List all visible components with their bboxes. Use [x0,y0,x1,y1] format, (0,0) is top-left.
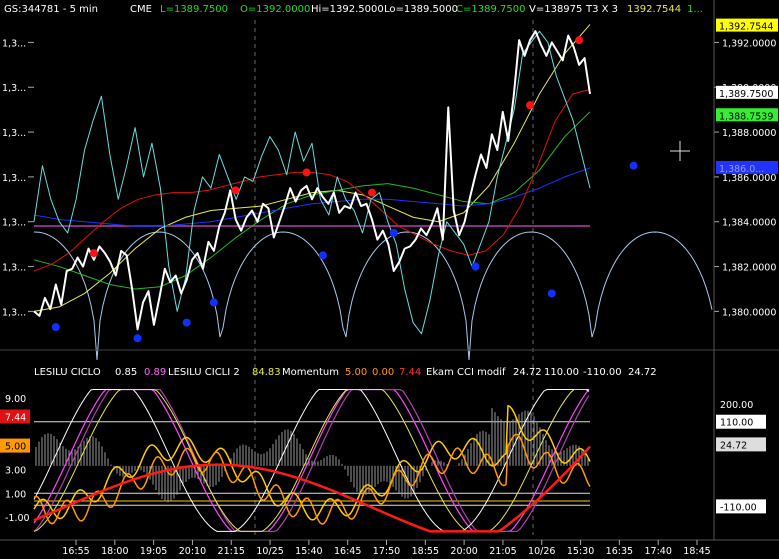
header-volume: V=138975 [529,4,582,15]
left-tick-label-3: 1,3... [2,173,26,184]
ind-right-label-1: 110.00 [720,418,753,429]
ind-right-label-3: -110.00 [720,502,757,513]
blue-dot-marker-8 [629,161,638,170]
x-tick-label-12: 10/26 [528,546,555,557]
x-tick-label-9: 18:55 [412,546,439,557]
blue-dot-marker-6 [471,262,480,271]
left-tick-label-5: 1,3... [2,263,26,274]
left-tick-label-6: 1,3... [2,307,26,318]
price-label-text-2: 1,388.7539 [719,111,773,122]
x-tick-label-0: 16:55 [62,546,89,557]
x-tick-label-8: 17:50 [373,546,400,557]
blue-dot-marker-3 [209,298,218,307]
header-symbol: GS:344781 - 5 min [4,4,98,15]
ind-cci-v2: 110.00 [544,367,579,378]
ind-cci-v1: 24.72 [513,367,542,378]
ind-right-label-0: 200.00 [720,400,753,411]
x-tick-label-11: 21:05 [489,546,516,557]
ind-momentum-v2: 0.00 [372,367,394,378]
right-tick-label-5: 1,382.0000 [722,263,776,274]
red-dot-marker-2 [302,168,311,177]
x-tick-label-5: 10/25 [256,546,283,557]
ind-momentum-name: Momentum [282,367,339,378]
header-last: L=1389.7500 [160,4,228,15]
right-tick-label-0: 1,392.0000 [722,38,776,49]
trading-chart[interactable]: 1,392.00001,390.00001,388.00001,386.0000… [0,0,779,559]
ind-left-label-0: 9.00 [5,394,26,405]
x-tick-label-3: 20:10 [179,546,206,557]
blue-dot-marker-5 [389,228,398,237]
ind-cci-v3: -110.00 [583,367,622,378]
ind-cci-v4: 24.72 [628,367,657,378]
ind-momentum-v1: 5.00 [345,367,367,378]
x-tick-label-6: 15:40 [295,546,322,557]
ind-cci-name: Ekam CCI modif [426,367,506,378]
x-tick-label-7: 16:45 [334,546,361,557]
price-label-text-3: 1,386.0... [719,164,764,175]
blue-dot-marker-1 [133,334,142,343]
red-dot-marker-0 [89,249,98,258]
x-tick-label-14: 16:35 [606,546,633,557]
x-tick-label-16: 18:45 [683,546,710,557]
ind-left-label-4: 1.00 [5,489,26,500]
right-tick-label-6: 1,380.0000 [722,307,776,318]
blue-dot-marker-4 [318,251,327,260]
header-high: Hi=1392.5000 [311,4,384,15]
x-tick-label-15: 17:40 [644,546,671,557]
left-tick-label-0: 1,3... [2,38,26,49]
header-close: C=1389.7500 [456,4,525,15]
header-extra: 1... [687,4,703,15]
red-dot-marker-4 [526,101,535,110]
ind-left-label-2: 5.00 [5,442,26,453]
blue-dot-marker-7 [547,289,556,298]
ind-left-label-3: 3.00 [5,465,26,476]
red-dot-marker-5 [575,36,584,45]
x-tick-label-10: 20:00 [450,546,477,557]
header-low: Lo=1389.5000 [384,4,458,15]
blue-dot-marker-0 [51,323,60,332]
ind-cicli2-name: LESILU CICLI 2 [168,367,240,378]
header-t3-value: 1392.7544 [627,4,681,15]
left-tick-label-4: 1,3... [2,218,26,229]
price-label-text-1: 1,389.7500 [719,89,773,100]
x-tick-label-2: 19:05 [140,546,167,557]
header-open: O=1392.0000 [240,4,310,15]
red-dot-marker-1 [231,186,240,195]
ind-ciclo-name: LESILU CICLO [34,367,101,378]
ind-left-label-5: -1.00 [5,513,30,524]
x-tick-label-4: 21:15 [218,546,245,557]
right-tick-label-2: 1,388.0000 [722,128,776,139]
blue-dot-marker-2 [182,318,191,327]
right-tick-label-4: 1,384.0000 [722,218,776,229]
red-dot-marker-3 [367,188,376,197]
header-exchange: CME [130,4,152,15]
ind-left-label-1: 7.44 [5,412,26,423]
ind-ciclo-v2: 0.89 [144,367,166,378]
left-tick-label-2: 1,3... [2,128,26,139]
x-tick-label-13: 15:30 [567,546,594,557]
header-t3: T3 X 3 [585,4,618,15]
ind-right-label-2: 24.72 [720,440,747,451]
price-label-text-0: 1,392.7544 [719,22,773,33]
left-tick-label-1: 1,3... [2,83,26,94]
x-tick-label-1: 18:00 [101,546,128,557]
ind-ciclo-v1: 0.85 [115,367,137,378]
ind-cicli2-v: 84.83 [252,367,281,378]
ind-momentum-v3: 7.44 [399,367,421,378]
